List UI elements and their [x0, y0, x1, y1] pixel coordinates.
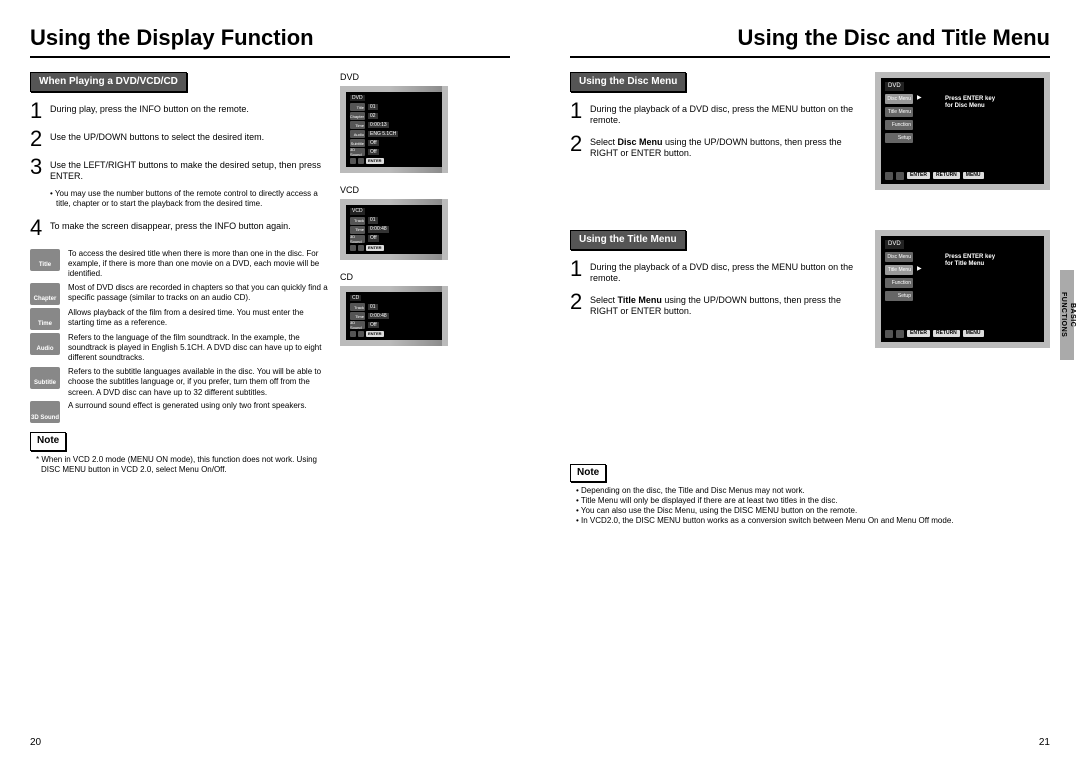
thumb-caption-dvd: DVD [340, 72, 510, 83]
page-title-left: Using the Display Function [30, 24, 510, 58]
icon-row-title: TitleTo access the desired title when th… [30, 249, 328, 280]
icon-row-audio: AudioRefers to the language of the film … [30, 333, 328, 364]
title-step-2: Select Title Menu using the UP/DOWN butt… [590, 291, 861, 318]
section-when-playing: When Playing a DVD/VCD/CD [30, 72, 187, 93]
osd-thumbs-column: DVD DVD Title01 Chapter02 Time0:00:13 Au… [340, 72, 510, 475]
manual-spread: Using the Display Function When Playing … [0, 0, 1080, 765]
chapter-icon: Chapter [30, 283, 60, 305]
osd-dvd: DVD Title01 Chapter02 Time0:00:13 AudioE… [340, 86, 448, 173]
thumb-caption-cd: CD [340, 272, 510, 283]
osd-disc-menu: DVD Disc Menu▶ Title Menu Function Setup… [875, 72, 1050, 190]
step-1: During play, press the INFO button on th… [50, 100, 328, 122]
page-number-right: 21 [1039, 737, 1050, 750]
osd-cd: CD Track01 Time0:00:48 3D SoundOff ENTER [340, 286, 448, 346]
osd-title-menu: DVD Disc Menu Title Menu▶ Function Setup… [875, 230, 1050, 348]
step-2: Use the UP/DOWN buttons to select the de… [50, 128, 328, 150]
side-tab-basic-functions: BASICFUNCTIONS [1060, 270, 1074, 360]
time-icon: Time [30, 308, 60, 330]
title-step-1: During the playback of a DVD disc, press… [590, 258, 861, 285]
note-label-right: Note [570, 464, 606, 483]
step-3: Use the LEFT/RIGHT buttons to make the d… [50, 156, 328, 183]
note-text-left: When in VCD 2.0 mode (MENU ON mode), thi… [36, 455, 328, 475]
icon-row-chapter: ChapterMost of DVD discs are recorded in… [30, 283, 328, 305]
thumb-caption-vcd: VCD [340, 185, 510, 196]
step-3-note: You may use the number buttons of the re… [50, 189, 328, 209]
note-label-left: Note [30, 432, 66, 451]
disc-step-2: Select Disc Menu using the UP/DOWN butto… [590, 133, 861, 160]
title-icon: Title [30, 249, 60, 271]
page-right: Using the Disc and Title Menu Using the … [540, 0, 1080, 765]
disc-step-1: During the playback of a DVD disc, press… [590, 100, 861, 127]
note-1: Depending on the disc, the Title and Dis… [576, 486, 1050, 496]
step-4: To make the screen disappear, press the … [50, 217, 328, 239]
subtitle-icon: Subtitle [30, 367, 60, 389]
osd-vcd: VCD Track01 Time0:00:48 3D SoundOff ENTE… [340, 199, 448, 259]
page-left: Using the Display Function When Playing … [0, 0, 540, 765]
note-4: In VCD2.0, the DISC MENU button works as… [576, 516, 1050, 526]
icon-row-subtitle: SubtitleRefers to the subtitle languages… [30, 367, 328, 398]
steps-left: 1During play, press the INFO button on t… [30, 100, 328, 239]
section-disc-menu: Using the Disc Menu [570, 72, 686, 93]
threed-sound-icon: 3D Sound [30, 401, 60, 423]
icon-row-3dsound: 3D SoundA surround sound effect is gener… [30, 401, 328, 423]
page-title-right: Using the Disc and Title Menu [570, 24, 1050, 58]
note-2: Title Menu will only be displayed if the… [576, 496, 1050, 506]
icon-row-time: TimeAllows playback of the film from a d… [30, 308, 328, 330]
note-3: You can also use the Disc Menu, using th… [576, 506, 1050, 516]
audio-icon: Audio [30, 333, 60, 355]
section-title-menu: Using the Title Menu [570, 230, 686, 251]
page-number-left: 20 [30, 737, 41, 750]
